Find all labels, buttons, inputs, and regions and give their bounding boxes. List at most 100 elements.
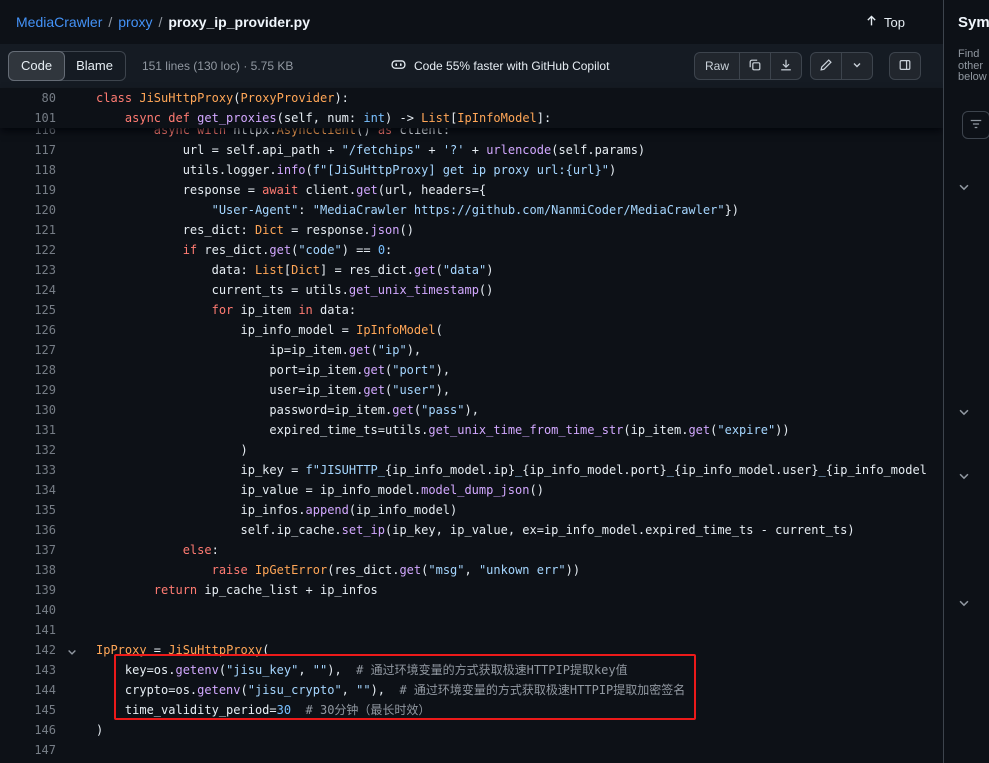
code-text: user=ip_item.get("user"), <box>56 380 450 400</box>
code-line: 142IpProxy = JiSuHttpProxy( <box>0 640 943 660</box>
raw-button[interactable]: Raw <box>694 52 740 80</box>
line-number[interactable]: 101 <box>0 108 56 128</box>
code-text: expired_time_ts=utils.get_unix_time_from… <box>56 420 790 440</box>
breadcrumb-separator: / <box>108 14 112 30</box>
code-line: 135 ip_infos.append(ip_info_model) <box>0 500 943 520</box>
line-number[interactable]: 135 <box>0 500 56 520</box>
copy-icon <box>748 58 762 75</box>
side-panel-icon <box>898 58 912 75</box>
breadcrumb-folder-link[interactable]: proxy <box>118 14 152 30</box>
code-line: 134 ip_value = ip_info_model.model_dump_… <box>0 480 943 500</box>
symbol-chevron-down-icon[interactable] <box>957 180 971 194</box>
line-number[interactable]: 145 <box>0 700 56 720</box>
code-toolbar: Code Blame 151 lines (130 loc) · 5.75 KB… <box>0 44 943 88</box>
line-number[interactable]: 123 <box>0 260 56 280</box>
code-text: key=os.getenv("jisu_key", ""), # 通过环境变量的… <box>56 660 628 680</box>
breadcrumb-file-name: proxy_ip_provider.py <box>168 14 310 30</box>
edit-file-button[interactable] <box>810 52 842 80</box>
line-number[interactable]: 120 <box>0 200 56 220</box>
code-line: 80class JiSuHttpProxy(ProxyProvider): <box>0 88 943 108</box>
back-to-top-label: Top <box>884 15 905 30</box>
filter-symbols-button[interactable] <box>962 111 989 139</box>
line-number[interactable]: 80 <box>0 88 56 108</box>
line-number[interactable]: 132 <box>0 440 56 460</box>
code-text: url = self.api_path + "/fetchips" + '?' … <box>56 140 645 160</box>
line-number[interactable]: 126 <box>0 320 56 340</box>
code-text <box>56 620 96 640</box>
line-number[interactable]: 141 <box>0 620 56 640</box>
symbols-panel-toggle-button[interactable] <box>889 52 921 80</box>
line-number[interactable]: 121 <box>0 220 56 240</box>
code-line: 122 if res_dict.get("code") == 0: <box>0 240 943 260</box>
code-line: 141 <box>0 620 943 640</box>
tab-blame[interactable]: Blame <box>64 52 125 80</box>
line-number[interactable]: 147 <box>0 740 56 760</box>
code-lines: 117 url = self.api_path + "/fetchips" + … <box>0 140 943 760</box>
code-line: 140 <box>0 600 943 620</box>
code-text: self.ip_cache.set_ip(ip_key, ip_value, e… <box>56 520 855 540</box>
line-number[interactable]: 129 <box>0 380 56 400</box>
code-text: "User-Agent": "MediaCrawler https://gith… <box>56 200 739 220</box>
download-raw-button[interactable] <box>770 52 802 80</box>
line-number[interactable]: 124 <box>0 280 56 300</box>
code-text <box>56 740 96 760</box>
line-number[interactable]: 119 <box>0 180 56 200</box>
code-text: ip_value = ip_info_model.model_dump_json… <box>56 480 544 500</box>
code-line: 137 else: <box>0 540 943 560</box>
line-number[interactable]: 130 <box>0 400 56 420</box>
code-text: data: List[Dict] = res_dict.get("data") <box>56 260 493 280</box>
code-text: for ip_item in data: <box>56 300 356 320</box>
code-line: 119 response = await client.get(url, hea… <box>0 180 943 200</box>
line-number[interactable]: 118 <box>0 160 56 180</box>
code-text: port=ip_item.get("port"), <box>56 360 450 380</box>
tab-code[interactable]: Code <box>8 51 65 81</box>
code-text: res_dict: Dict = response.json() <box>56 220 414 240</box>
line-number[interactable]: 127 <box>0 340 56 360</box>
symbol-chevron-down-icon[interactable] <box>957 596 971 610</box>
line-number[interactable]: 142 <box>0 640 56 660</box>
toolbar-actions: Raw <box>694 52 921 80</box>
code-text: ) <box>56 720 103 740</box>
line-number[interactable]: 128 <box>0 360 56 380</box>
line-number[interactable]: 117 <box>0 140 56 160</box>
line-number[interactable]: 137 <box>0 540 56 560</box>
code-text: crypto=os.getenv("jisu_crypto", ""), # 通… <box>56 680 685 700</box>
code-text: ) <box>56 440 248 460</box>
raw-copy-download-group: Raw <box>694 52 802 80</box>
code-line: 127 ip=ip_item.get("ip"), <box>0 340 943 360</box>
arrow-up-icon <box>865 14 878 30</box>
line-number[interactable]: 116 <box>0 128 56 140</box>
symbol-chevron-down-icon[interactable] <box>957 469 971 483</box>
back-to-top-button[interactable]: Top <box>865 14 905 30</box>
line-number[interactable]: 144 <box>0 680 56 700</box>
line-number[interactable]: 133 <box>0 460 56 480</box>
main-area: MediaCrawler / proxy / proxy_ip_provider… <box>0 0 943 763</box>
code-line: 123 data: List[Dict] = res_dict.get("dat… <box>0 260 943 280</box>
chevron-down-icon <box>851 59 863 74</box>
line-number[interactable]: 140 <box>0 600 56 620</box>
code-text: password=ip_item.get("pass"), <box>56 400 479 420</box>
line-number[interactable]: 146 <box>0 720 56 740</box>
line-number[interactable]: 134 <box>0 480 56 500</box>
copilot-banner[interactable]: Code 55% faster with GitHub Copilot <box>390 44 609 88</box>
line-number[interactable]: 136 <box>0 520 56 540</box>
download-icon <box>779 58 793 75</box>
code-viewer: 80class JiSuHttpProxy(ProxyProvider):101… <box>0 88 943 760</box>
line-number[interactable]: 139 <box>0 580 56 600</box>
code-text: ip_infos.append(ip_info_model) <box>56 500 457 520</box>
code-text: ip_key = f"JISUHTTP_{ip_info_model.ip}_{… <box>56 460 927 480</box>
edit-dropdown-button[interactable] <box>841 52 873 80</box>
line-number[interactable]: 131 <box>0 420 56 440</box>
copy-raw-button[interactable] <box>739 52 771 80</box>
breadcrumb-repo-link[interactable]: MediaCrawler <box>16 14 102 30</box>
code-blame-switcher: Code Blame <box>8 51 126 81</box>
line-number[interactable]: 143 <box>0 660 56 680</box>
line-number[interactable]: 138 <box>0 560 56 580</box>
line-number[interactable]: 125 <box>0 300 56 320</box>
code-line: 126 ip_info_model = IpInfoModel( <box>0 320 943 340</box>
symbol-chevron-down-icon[interactable] <box>957 405 971 419</box>
line-number[interactable]: 122 <box>0 240 56 260</box>
code-line: 125 for ip_item in data: <box>0 300 943 320</box>
code-line: 139 return ip_cache_list + ip_infos <box>0 580 943 600</box>
code-line: 129 user=ip_item.get("user"), <box>0 380 943 400</box>
